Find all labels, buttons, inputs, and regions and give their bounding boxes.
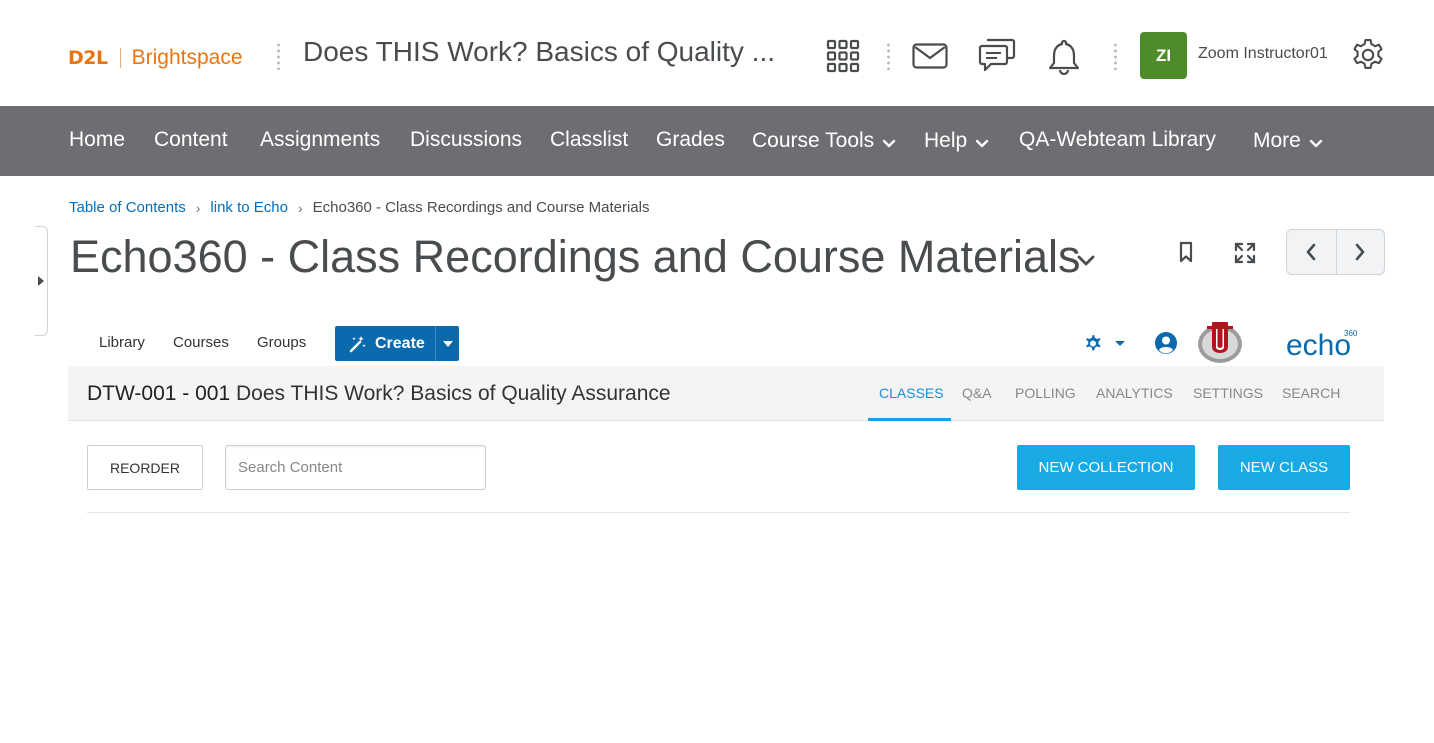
chevron-left-icon — [1306, 243, 1316, 261]
nav-more[interactable]: More — [1253, 128, 1323, 154]
nav-label: Content — [154, 128, 228, 151]
new-class-button[interactable]: NEW CLASS — [1218, 445, 1350, 490]
echo360-logo[interactable]: echo 360 — [1286, 326, 1360, 363]
nav-course-tools[interactable]: Course Tools — [752, 128, 896, 154]
echo-nav-groups[interactable]: Groups — [257, 334, 306, 351]
gear-icon[interactable] — [1349, 36, 1387, 74]
nav-label: Discussions — [410, 128, 523, 151]
create-label: Create — [375, 334, 425, 352]
breadcrumb-link-to-echo[interactable]: link to Echo — [210, 199, 288, 216]
course-title[interactable]: Does THIS Work? Basics of Quality ... — [303, 36, 775, 68]
tab-settings[interactable]: SETTINGS — [1193, 385, 1263, 401]
username[interactable]: Zoom Instructor01 — [1198, 45, 1328, 63]
nav-label: Assignments — [260, 128, 381, 151]
search-content-input[interactable] — [225, 445, 486, 490]
institution-logo-icon — [1196, 321, 1244, 370]
tab-polling[interactable]: POLLING — [1015, 385, 1076, 401]
echo-settings-menu[interactable] — [1080, 331, 1128, 360]
breadcrumb-separator: › — [297, 199, 303, 216]
breadcrumb-current: Echo360 - Class Recordings and Course Ma… — [312, 199, 650, 216]
top-header: D2L Brightspace Does THIS Work? Basics o… — [0, 0, 1434, 106]
nav-help[interactable]: Help — [924, 128, 989, 154]
create-button: Create — [335, 326, 459, 361]
avatar[interactable]: ZI — [1140, 32, 1187, 79]
nav-label: Course Tools — [752, 129, 875, 152]
chevron-down-icon — [975, 130, 989, 154]
breadcrumb-table-of-contents[interactable]: Table of Contents — [69, 199, 186, 216]
chevron-down-icon — [882, 130, 896, 154]
content-divider — [87, 512, 1350, 513]
caret-right-icon — [38, 276, 44, 286]
bookmark-icon[interactable] — [1178, 241, 1194, 268]
mail-icon[interactable] — [910, 38, 950, 74]
nav-label: Grades — [656, 128, 725, 151]
nav-content[interactable]: Content — [154, 128, 228, 152]
topic-pager — [1286, 229, 1385, 275]
fullscreen-icon[interactable] — [1233, 241, 1257, 270]
tab-analytics[interactable]: ANALYTICS — [1096, 385, 1173, 401]
new-collection-button[interactable]: NEW COLLECTION — [1017, 445, 1195, 490]
tab-search[interactable]: SEARCH — [1282, 385, 1340, 401]
nav-qa-webteam-library[interactable]: QA-Webteam Library — [1019, 128, 1216, 152]
echo-nav-courses[interactable]: Courses — [173, 334, 229, 351]
bell-icon[interactable] — [1046, 36, 1082, 76]
magic-wand-icon — [349, 335, 366, 352]
next-topic-button[interactable] — [1335, 230, 1385, 274]
course-navbar: Home Content Assignments Discussions Cla… — [0, 106, 1434, 176]
caret-down-icon — [1115, 341, 1125, 346]
reorder-button[interactable]: REORDER — [87, 445, 203, 490]
chevron-right-icon — [1355, 243, 1365, 261]
tab-classes[interactable]: CLASSES — [879, 385, 944, 401]
create-main-button[interactable]: Create — [335, 326, 435, 361]
header-divider — [277, 42, 280, 70]
create-dropdown-toggle[interactable] — [435, 326, 459, 361]
header-divider — [887, 42, 890, 70]
course-name: Does THIS Work? Basics of Quality Assura… — [236, 382, 671, 405]
app-grid-icon[interactable] — [825, 38, 861, 74]
nav-label: Help — [924, 129, 968, 152]
user-account-icon[interactable] — [1154, 331, 1178, 360]
logo-brand: D2L — [68, 47, 108, 69]
page-title: Echo360 - Class Recordings and Course Ma… — [70, 231, 1081, 282]
echo-course-title: DTW-001 - 001 Does THIS Work? Basics of … — [87, 382, 671, 406]
echo-nav-library[interactable]: Library — [99, 334, 145, 351]
nav-assignments[interactable]: Assignments — [260, 128, 380, 152]
logo-separator — [119, 48, 121, 68]
gear-icon — [1086, 335, 1101, 351]
title-chevron-down-icon[interactable] — [1076, 254, 1096, 272]
logo-product: Brightspace — [131, 46, 243, 69]
nav-label: Home — [69, 128, 126, 151]
header-divider — [1114, 42, 1117, 70]
caret-down-icon — [442, 340, 453, 347]
echo-course-header: DTW-001 - 001 Does THIS Work? Basics of … — [68, 366, 1384, 421]
tab-qa[interactable]: Q&A — [962, 385, 992, 401]
d2l-brightspace-logo[interactable]: D2L Brightspace — [68, 45, 243, 71]
breadcrumb-separator: › — [195, 199, 201, 216]
nav-label: More — [1253, 129, 1301, 152]
echo-logo-text: echo — [1286, 329, 1351, 358]
course-code: DTW-001 - 001 — [87, 382, 231, 405]
nav-grades[interactable]: Grades — [656, 128, 725, 152]
echo-logo-superscript: 360 — [1344, 329, 1358, 338]
nav-label: Classlist — [550, 128, 629, 151]
toc-panel-toggle[interactable] — [35, 226, 48, 336]
nav-discussions[interactable]: Discussions — [410, 128, 522, 152]
nav-home[interactable]: Home — [69, 128, 125, 152]
nav-classlist[interactable]: Classlist — [550, 128, 628, 152]
previous-topic-button[interactable] — [1287, 230, 1336, 274]
chat-icon[interactable] — [977, 36, 1017, 76]
chevron-down-icon — [1309, 130, 1323, 154]
nav-label: QA-Webteam Library — [1019, 128, 1216, 151]
active-tab-indicator — [868, 418, 951, 421]
breadcrumb: Table of Contents › link to Echo › Echo3… — [69, 199, 649, 216]
